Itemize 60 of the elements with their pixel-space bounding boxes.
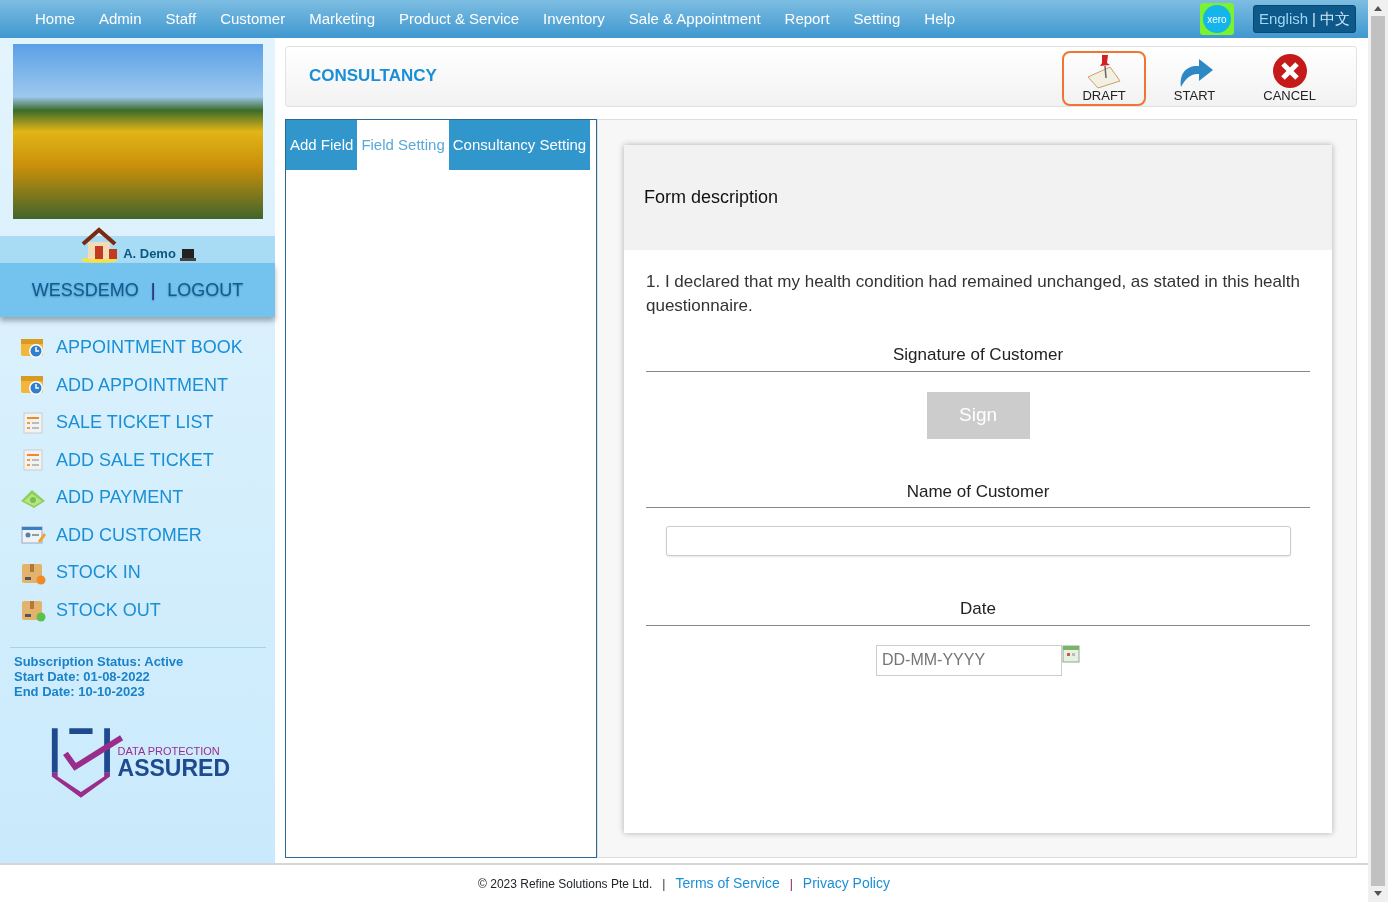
scrollbar[interactable] <box>1368 0 1388 902</box>
menu-item[interactable]: Product & Service <box>387 7 532 31</box>
sidebar-item[interactable]: ADD PAYMENT <box>0 479 275 517</box>
subscription-text: Subscription Status: Active <box>14 654 185 669</box>
toolbar-button[interactable]: CANCEL <box>1243 51 1336 106</box>
field-label: Name of Customer <box>646 478 1310 508</box>
menu-item[interactable]: Home <box>23 7 87 31</box>
subscription-text: Start Date: 01-08-2022 <box>14 669 151 684</box>
menu-item[interactable]: Admin <box>87 7 154 31</box>
logout-link[interactable]: LOGOUT <box>167 276 244 304</box>
sidebar-item[interactable]: STOCK IN <box>0 554 275 592</box>
sidebar-item[interactable]: ADD CUSTOMER <box>0 516 275 554</box>
subscription-text: End Date: 10-10-2023 <box>14 684 146 699</box>
page-title: CONSULTANCY <box>309 66 437 87</box>
data-protection-badge: DATA PROTECTION ASSURED <box>48 725 230 801</box>
separator: | <box>1312 8 1316 29</box>
menu-item[interactable]: Marketing <box>297 7 388 31</box>
footer-link[interactable]: Terms of Service <box>675 873 780 894</box>
menu-item[interactable]: Report <box>772 7 842 31</box>
footer-link[interactable]: Privacy Policy <box>802 873 890 894</box>
menu-item[interactable]: Customer <box>208 7 298 31</box>
language-option[interactable]: English <box>1258 7 1309 31</box>
form-description: Form description <box>624 145 1332 250</box>
tab[interactable]: Consultancy Setting <box>448 120 591 170</box>
date-field[interactable]: DD-MM-YYYY <box>876 644 1062 676</box>
copyright-text: © 2023 Refine Solutions Pte Ltd. <box>478 875 653 893</box>
menu-item[interactable]: Setting <box>841 7 913 31</box>
question-text: 1. I declared that my health condition had remained unchanged, as stated in this health questionnaire. <box>646 271 1301 317</box>
box-icon <box>20 598 46 623</box>
company-link[interactable]: WESSDEMO <box>31 276 139 304</box>
menu-item[interactable]: Staff <box>153 7 209 31</box>
separator: | <box>150 278 156 302</box>
separator: | <box>789 875 793 893</box>
calendar-icon[interactable] <box>1062 644 1080 663</box>
input-field[interactable] <box>665 526 1291 556</box>
sidebar-item[interactable]: SALE TICKET LIST <box>0 404 275 442</box>
toolbar-button[interactable]: START <box>1153 51 1236 106</box>
tab[interactable]: Add Field <box>286 120 358 170</box>
toolbar-button[interactable]: DRAFT <box>1062 51 1146 106</box>
xero-button[interactable]: xero <box>1199 3 1234 35</box>
menu-item[interactable]: Inventory <box>531 7 617 31</box>
ticket-list-icon <box>20 410 46 435</box>
scroll-down-icon[interactable] <box>1373 890 1383 898</box>
close-icon <box>1270 53 1309 89</box>
sidebar-item[interactable]: ADD APPOINTMENT <box>0 366 275 404</box>
menu-item[interactable]: Help <box>912 7 968 31</box>
field-label: Signature of Customer <box>646 342 1310 372</box>
ticket-list-icon <box>20 448 46 473</box>
field-label: Date <box>646 596 1310 626</box>
scroll-up-icon[interactable] <box>1373 4 1383 12</box>
user-name: A. Demo <box>123 244 176 263</box>
sidebar-item[interactable]: ADD SALE TICKET <box>0 441 275 479</box>
sidebar-item[interactable]: STOCK OUT <box>0 591 275 629</box>
laptop-icon <box>179 249 196 261</box>
separator: | <box>662 875 666 893</box>
language-option[interactable]: 中文 <box>1320 7 1350 31</box>
calendar-clock-icon <box>20 373 46 398</box>
house-icon <box>79 227 120 263</box>
menu-item[interactable]: Sale & Appointment <box>616 7 773 31</box>
sidebar-item[interactable]: APPOINTMENT BOOK <box>0 329 275 367</box>
